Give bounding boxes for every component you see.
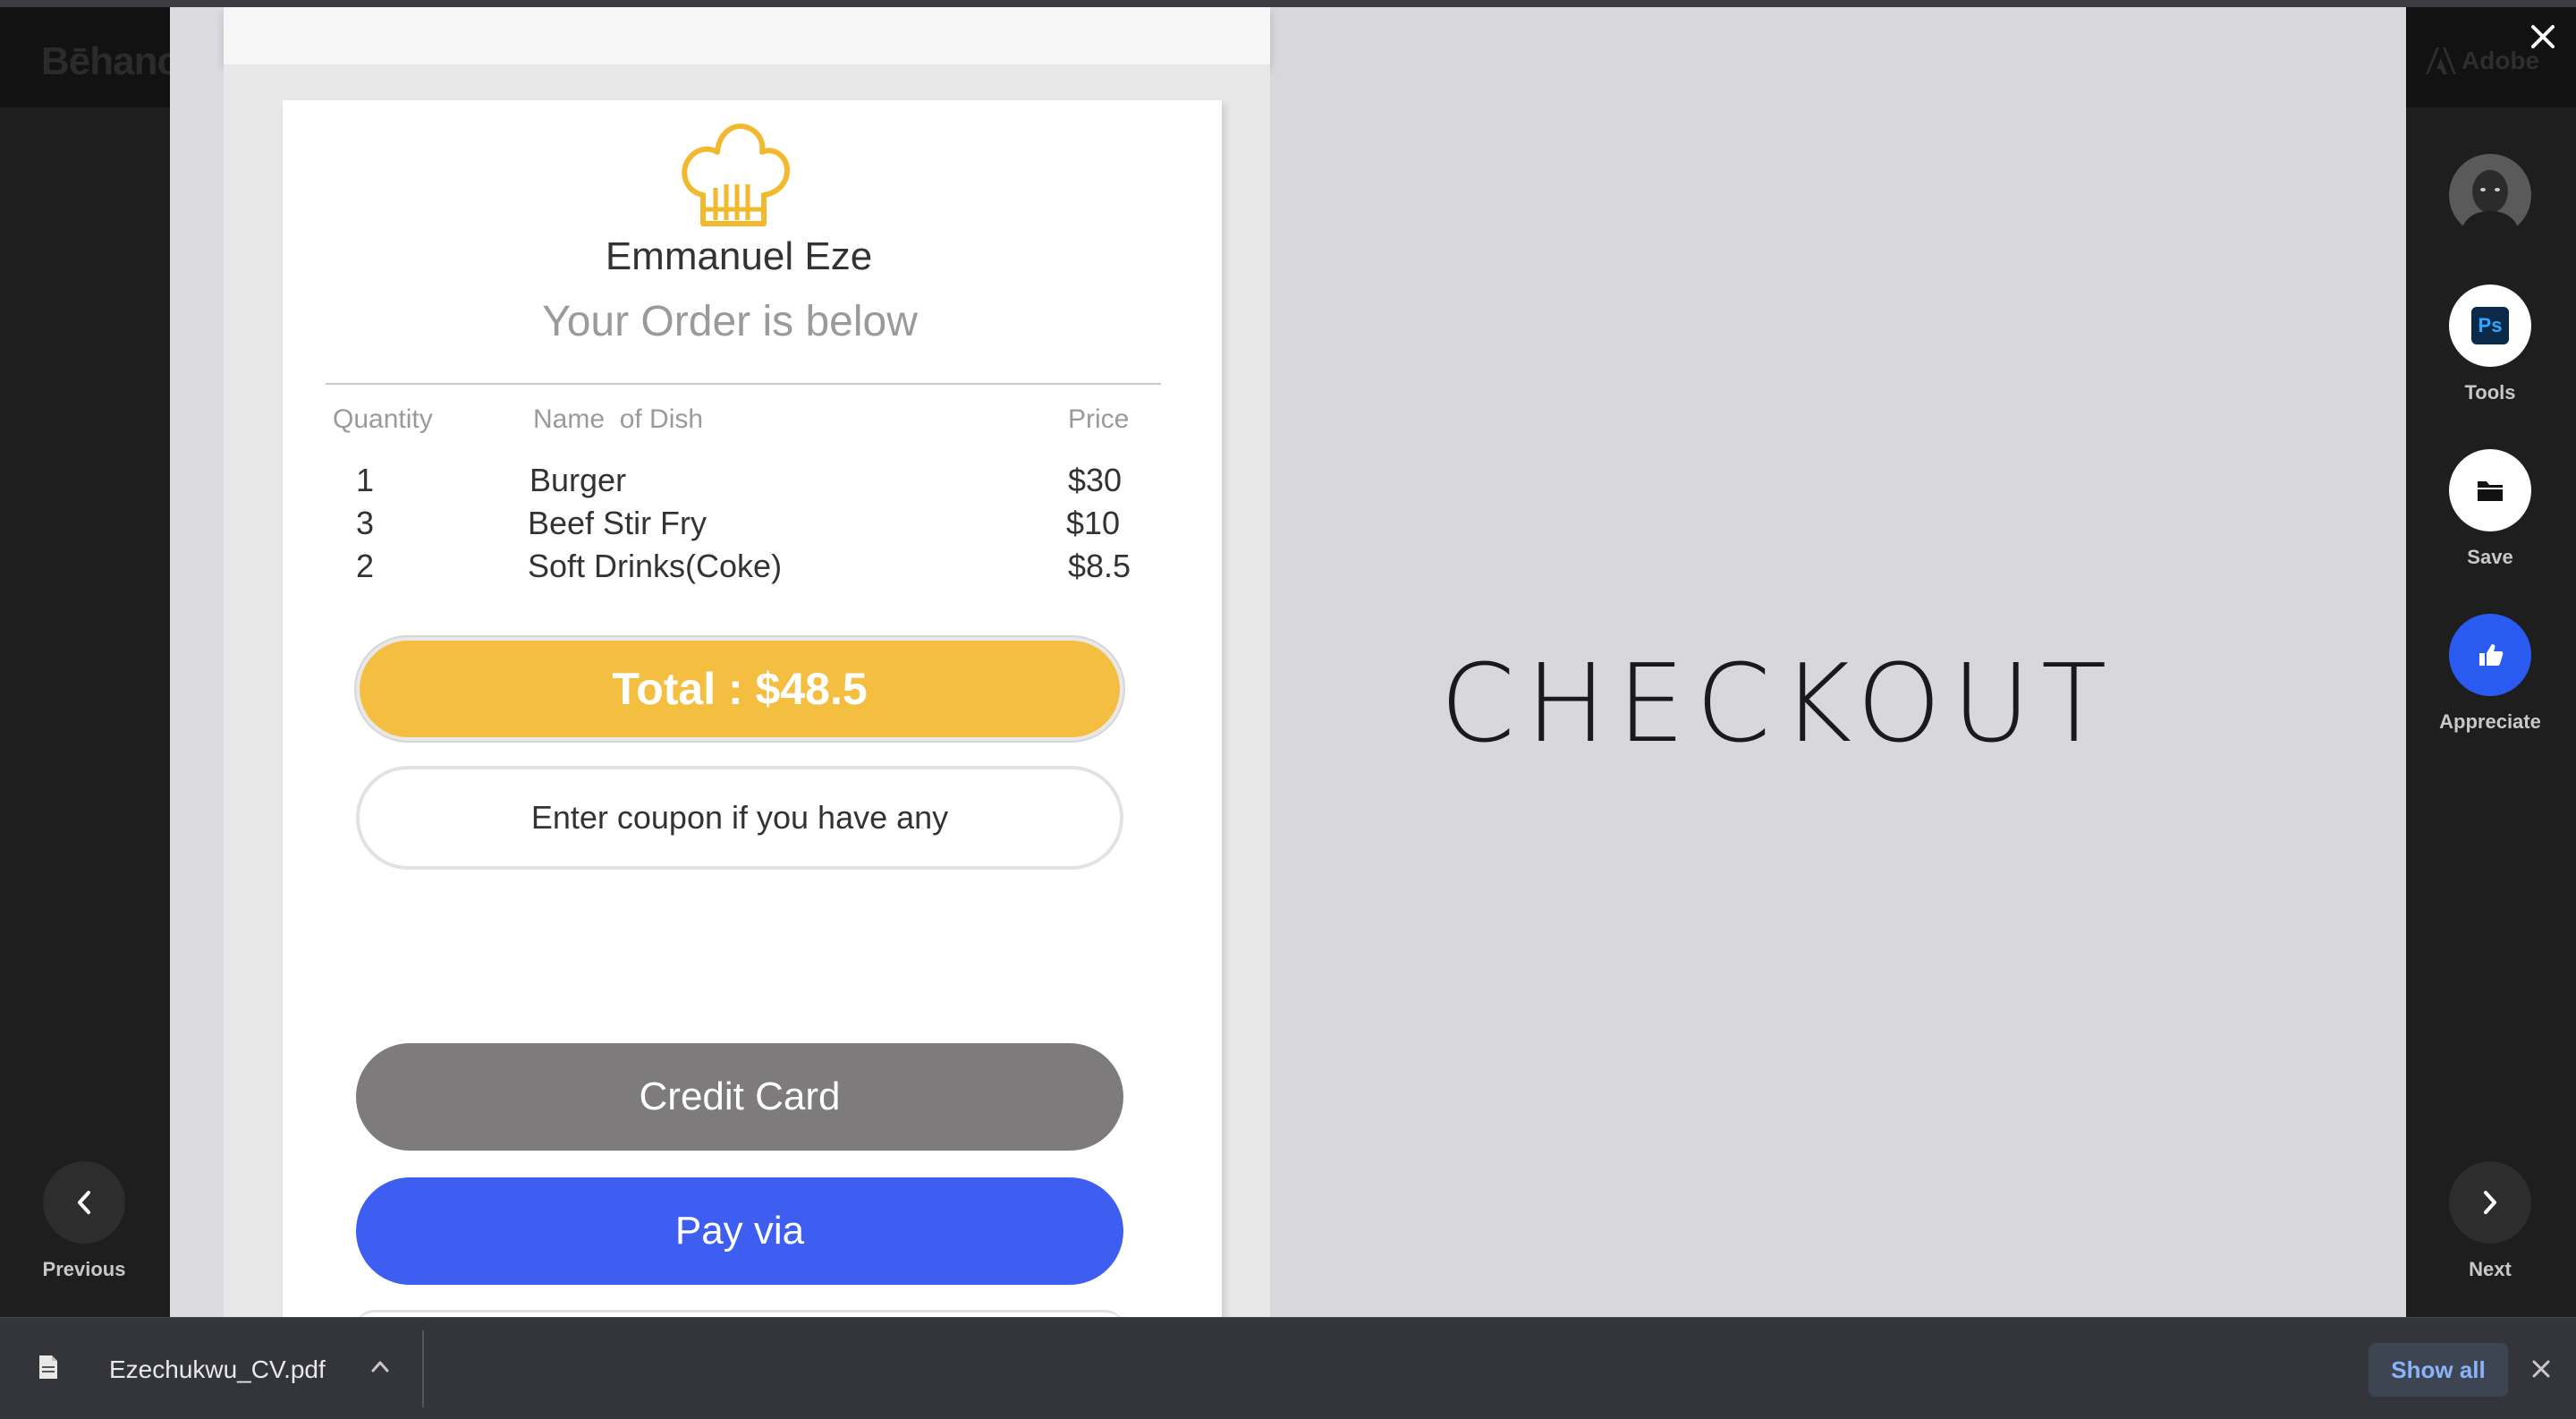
project-image-panel: Emmanuel Eze Your Order is below Quantit… <box>170 7 1270 1317</box>
column-header-price: Price <box>1068 404 1130 434</box>
order-heading: Your Order is below <box>542 298 918 345</box>
chevron-right-icon <box>2484 1191 2496 1214</box>
pay-via-label: Pay via <box>674 1209 805 1253</box>
previous-label: Previous <box>42 1258 126 1280</box>
pdf-file-icon <box>39 1355 57 1379</box>
total-pill: Total : $48.5 <box>356 637 1123 741</box>
appreciate-button[interactable] <box>2449 614 2531 696</box>
folder-icon <box>2478 481 2503 501</box>
shelf-separator <box>422 1330 424 1407</box>
previous-image-edge <box>224 7 1270 64</box>
project-modal: Emmanuel Eze Your Order is below Quantit… <box>170 7 2406 1317</box>
thumbs-up-icon <box>2479 644 2504 666</box>
owner-avatar[interactable] <box>2449 154 2531 236</box>
divider <box>326 383 1161 385</box>
row-dish: Soft Drinks(Coke) <box>528 548 783 584</box>
credit-card-button-mockup: Credit Card <box>356 1043 1123 1151</box>
download-shelf: Ezechukwu_CV.pdf Show all <box>0 1317 2576 1419</box>
owner-name: Emmanuel Eze <box>605 234 873 278</box>
chef-hat-icon <box>682 123 790 226</box>
close-icon[interactable] <box>2528 21 2558 52</box>
column-header-dish: Name of Dish <box>533 404 704 434</box>
tools-label: Tools <box>2464 381 2516 404</box>
row-quantity: 2 <box>356 548 375 584</box>
save-button[interactable] <box>2449 449 2531 531</box>
checkout-title: CHECKOUT <box>1440 642 2118 767</box>
row-quantity: 3 <box>356 505 375 541</box>
column-header-quantity: Quantity <box>333 404 433 434</box>
adobe-icon <box>2426 47 2456 74</box>
row-dish: Burger <box>530 462 627 498</box>
avatar-portrait-icon <box>2449 154 2531 236</box>
order-card: Emmanuel Eze Your Order is below Quantit… <box>283 100 1222 1317</box>
row-dish: Beef Stir Fry <box>528 505 708 541</box>
row-price: $30 <box>1068 462 1123 498</box>
show-all-button[interactable]: Show all <box>2368 1343 2508 1397</box>
coupon-placeholder: Enter coupon if you have any <box>530 799 949 836</box>
download-file-name[interactable]: Ezechukwu_CV.pdf <box>109 1355 326 1384</box>
row-quantity: 1 <box>356 462 375 498</box>
appreciate-label: Appreciate <box>2439 710 2541 733</box>
chevron-up-icon[interactable] <box>370 1359 390 1373</box>
chevron-left-icon <box>78 1191 90 1214</box>
total-label: Total : $48.5 <box>612 664 868 714</box>
save-label: Save <box>2467 546 2513 568</box>
tools-button[interactable]: Ps <box>2449 285 2531 367</box>
credit-card-label: Credit Card <box>639 1075 841 1118</box>
next-pill-edge <box>356 1310 1123 1317</box>
next-label: Next <box>2469 1258 2512 1280</box>
previous-button[interactable] <box>43 1161 125 1244</box>
row-price: $8.5 <box>1068 548 1131 584</box>
coupon-field: Enter coupon if you have any <box>356 766 1123 870</box>
close-icon[interactable] <box>2531 1359 2551 1379</box>
pay-via-button-mockup: Pay via <box>356 1177 1123 1285</box>
photoshop-icon-text: Ps <box>2478 314 2503 336</box>
adobe-logo: Adobe <box>2426 47 2539 75</box>
next-button[interactable] <box>2449 1161 2531 1244</box>
browser-top-strip <box>0 0 2576 7</box>
row-price: $10 <box>1066 505 1121 541</box>
photoshop-icon: Ps <box>2471 307 2509 344</box>
